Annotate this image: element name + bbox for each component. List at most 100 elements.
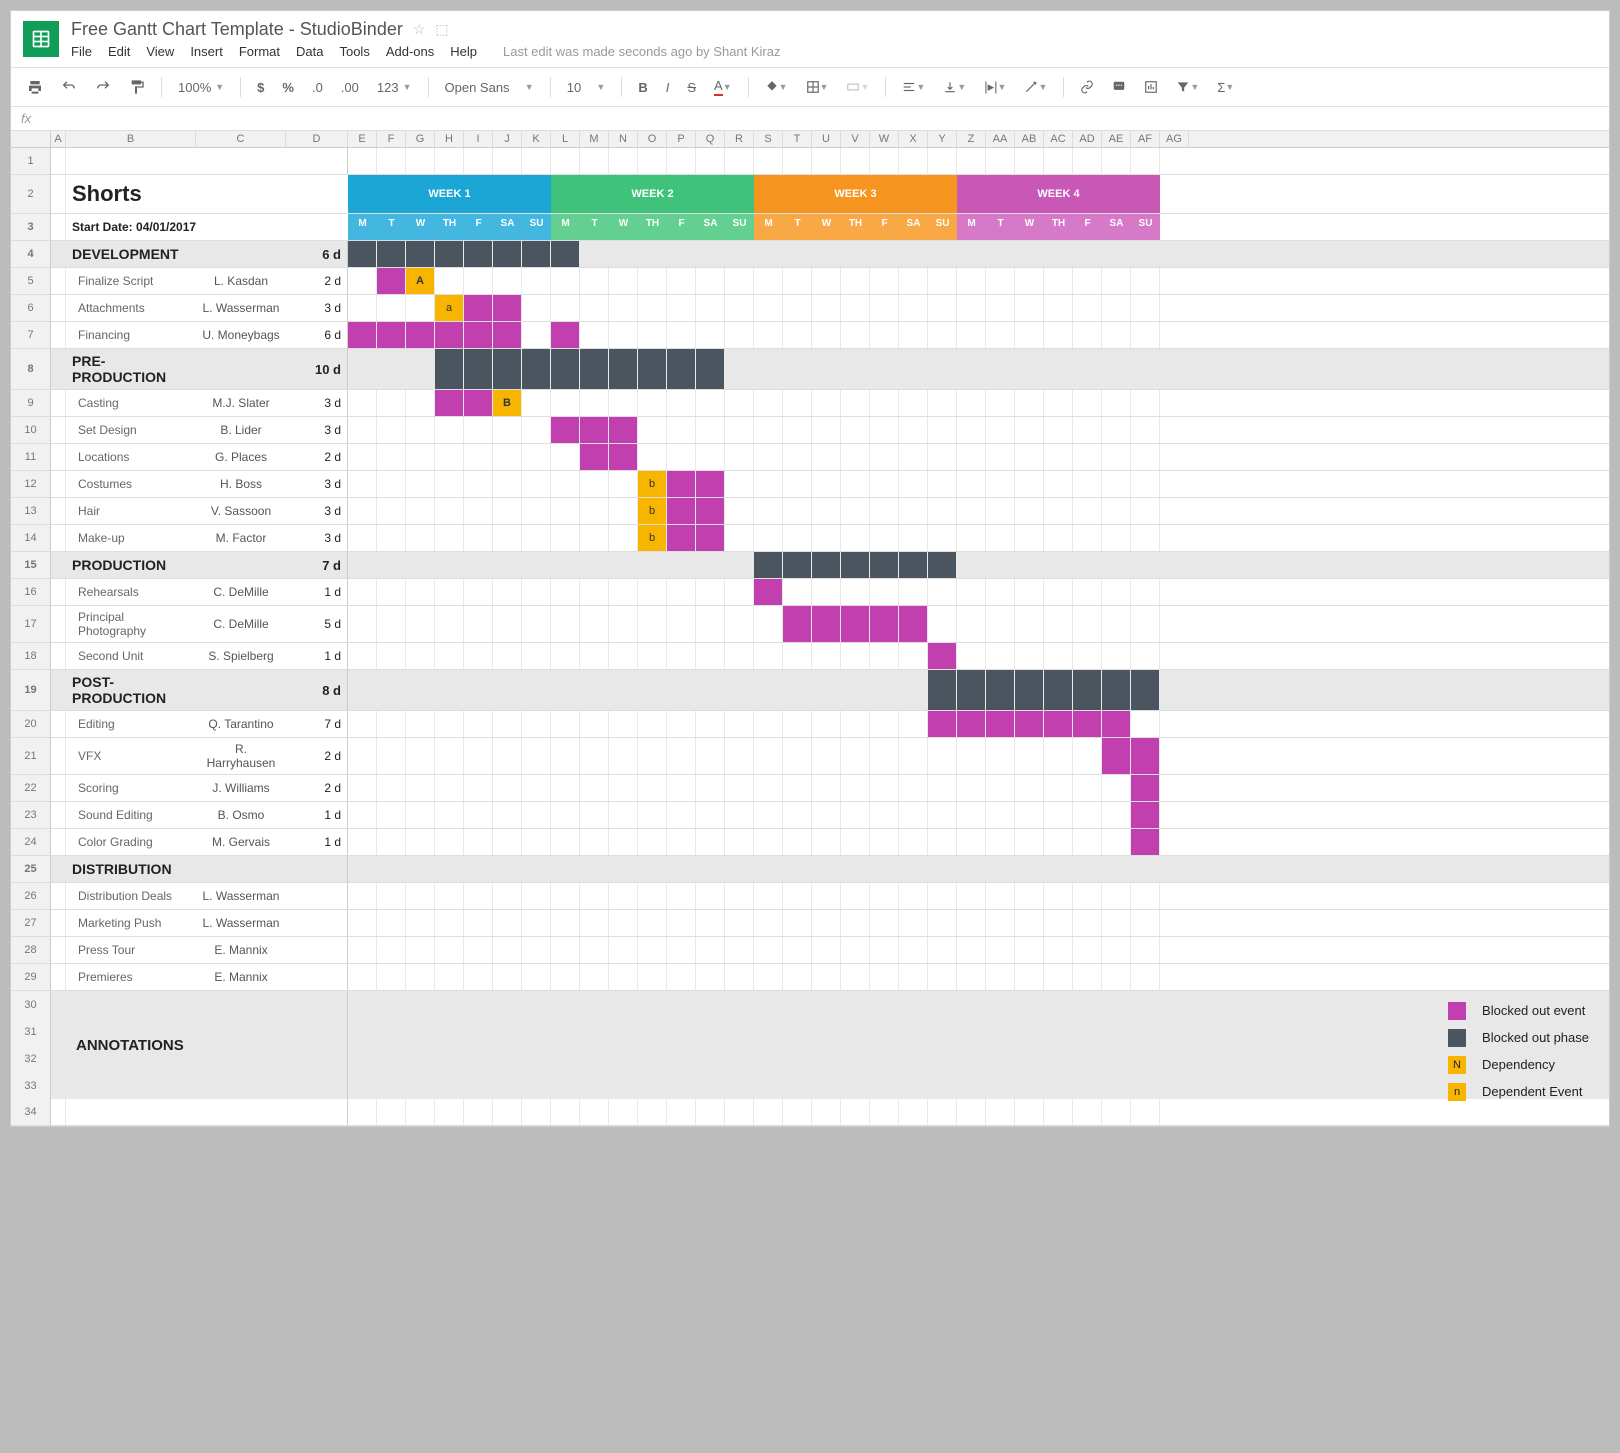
day-cell[interactable] <box>1015 295 1044 321</box>
task-owner[interactable]: L. Kasdan <box>196 268 286 294</box>
day-cell[interactable] <box>899 937 928 963</box>
day-cell[interactable] <box>841 295 870 321</box>
day-cell[interactable] <box>986 525 1015 551</box>
day-cell[interactable] <box>464 937 493 963</box>
day-cell[interactable] <box>1015 856 1044 882</box>
task-duration[interactable]: 6 d <box>286 322 348 348</box>
day-cell[interactable] <box>1102 1099 1131 1125</box>
task-duration[interactable]: 2 d <box>286 775 348 801</box>
day-cell[interactable] <box>435 322 464 348</box>
day-cell[interactable] <box>464 417 493 443</box>
day-cell[interactable] <box>696 241 725 267</box>
day-cell[interactable] <box>638 268 667 294</box>
day-cell[interactable] <box>1131 964 1160 990</box>
day-cell[interactable] <box>464 322 493 348</box>
row-number[interactable]: 25 <box>11 856 51 882</box>
day-cell[interactable] <box>580 670 609 710</box>
day-cell[interactable] <box>348 856 377 882</box>
day-cell[interactable] <box>696 268 725 294</box>
day-cell[interactable] <box>609 1099 638 1125</box>
day-cell[interactable] <box>928 643 957 669</box>
day-cell[interactable] <box>870 643 899 669</box>
row-number[interactable]: 21 <box>11 738 51 774</box>
column-header[interactable]: K <box>522 131 551 147</box>
day-cell[interactable] <box>899 883 928 909</box>
day-cell[interactable] <box>638 937 667 963</box>
day-cell[interactable] <box>899 910 928 936</box>
day-cell[interactable] <box>870 711 899 737</box>
day-cell[interactable] <box>1044 552 1073 578</box>
day-cell[interactable] <box>928 390 957 416</box>
day-cell[interactable] <box>609 738 638 774</box>
day-cell[interactable] <box>1015 829 1044 855</box>
day-cell[interactable] <box>493 643 522 669</box>
day-cell[interactable] <box>638 1099 667 1125</box>
menu-data[interactable]: Data <box>296 44 323 59</box>
day-cell[interactable] <box>754 498 783 524</box>
day-cell[interactable] <box>1044 322 1073 348</box>
day-cell[interactable] <box>609 148 638 174</box>
day-cell[interactable] <box>1102 525 1131 551</box>
day-cell[interactable] <box>725 738 754 774</box>
day-cell[interactable] <box>870 1099 899 1125</box>
task-name[interactable]: Second Unit <box>66 643 196 669</box>
day-cell[interactable] <box>957 390 986 416</box>
day-cell[interactable] <box>609 268 638 294</box>
day-cell[interactable] <box>406 829 435 855</box>
day-cell[interactable] <box>580 606 609 642</box>
row-number[interactable]: 16 <box>11 579 51 605</box>
day-cell[interactable] <box>493 241 522 267</box>
day-cell[interactable] <box>1015 883 1044 909</box>
day-cell[interactable] <box>1044 148 1073 174</box>
day-cell[interactable] <box>551 471 580 497</box>
task-name[interactable]: DISTRIBUTION <box>66 856 196 882</box>
day-cell[interactable] <box>609 552 638 578</box>
day-cell[interactable] <box>1073 738 1102 774</box>
day-cell[interactable] <box>667 349 696 389</box>
day-cell[interactable] <box>957 883 986 909</box>
day-cell[interactable] <box>957 579 986 605</box>
day-cell[interactable] <box>580 738 609 774</box>
day-cell[interactable] <box>928 444 957 470</box>
day-cell[interactable] <box>1131 738 1160 774</box>
day-cell[interactable] <box>609 711 638 737</box>
row-number[interactable]: 17 <box>11 606 51 642</box>
day-cell[interactable] <box>870 910 899 936</box>
task-name[interactable]: Marketing Push <box>66 910 196 936</box>
day-cell[interactable] <box>870 241 899 267</box>
column-header[interactable]: AF <box>1131 131 1160 147</box>
column-header[interactable]: P <box>667 131 696 147</box>
day-cell[interactable] <box>348 295 377 321</box>
day-cell[interactable] <box>754 829 783 855</box>
day-cell[interactable] <box>812 711 841 737</box>
day-cell[interactable] <box>957 349 986 389</box>
day-cell[interactable] <box>899 670 928 710</box>
day-cell[interactable] <box>1015 802 1044 828</box>
day-cell[interactable] <box>406 148 435 174</box>
day-cell[interactable] <box>783 525 812 551</box>
day-cell[interactable] <box>928 856 957 882</box>
day-cell[interactable] <box>725 525 754 551</box>
day-cell[interactable] <box>667 910 696 936</box>
task-name[interactable]: Attachments <box>66 295 196 321</box>
move-folder-icon[interactable]: ⬚ <box>435 21 448 38</box>
task-duration[interactable] <box>286 910 348 936</box>
day-cell[interactable] <box>1044 295 1073 321</box>
day-cell[interactable] <box>1102 471 1131 497</box>
task-owner[interactable]: B. Lider <box>196 417 286 443</box>
column-header[interactable]: Z <box>957 131 986 147</box>
row-number[interactable]: 28 <box>11 937 51 963</box>
day-cell[interactable] <box>1102 670 1131 710</box>
day-cell[interactable] <box>580 295 609 321</box>
day-cell[interactable] <box>1073 552 1102 578</box>
day-cell[interactable] <box>667 856 696 882</box>
task-owner[interactable]: G. Places <box>196 444 286 470</box>
day-cell[interactable] <box>754 738 783 774</box>
day-cell[interactable] <box>754 390 783 416</box>
formula-input[interactable] <box>45 111 1599 126</box>
day-cell[interactable] <box>348 444 377 470</box>
day-cell[interactable] <box>377 268 406 294</box>
task-duration[interactable]: 6 d <box>286 241 348 267</box>
day-cell[interactable] <box>1015 349 1044 389</box>
day-cell[interactable] <box>406 802 435 828</box>
